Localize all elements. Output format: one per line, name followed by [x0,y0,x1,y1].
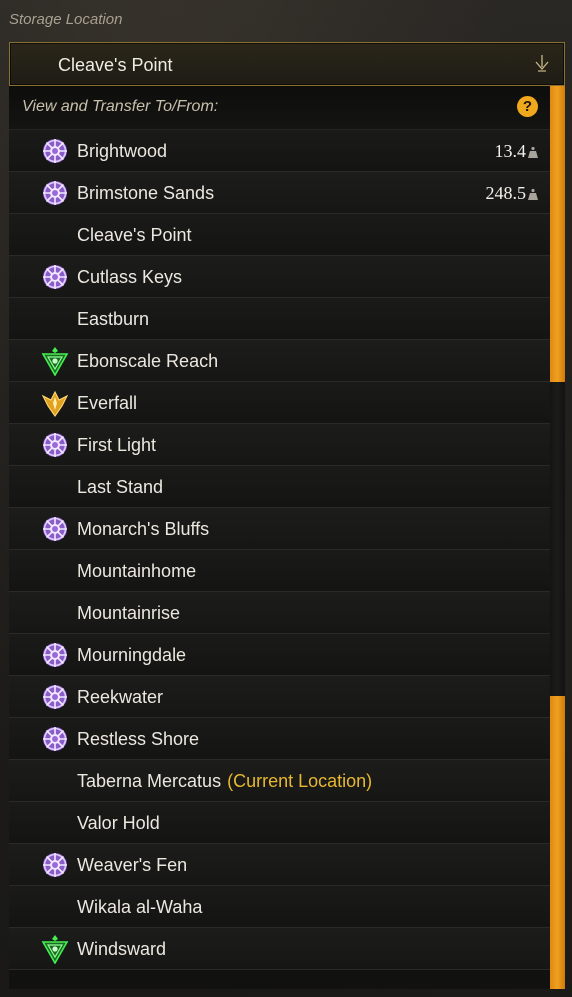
covenant-purple-icon [43,265,67,289]
location-name: Mountainrise [77,603,180,624]
help-icon[interactable]: ? [517,96,538,117]
current-location-tag: (Current Location) [227,771,373,791]
location-row[interactable]: Cutlass Keys [9,256,550,298]
location-row[interactable]: Everfall [9,382,550,424]
storage-weight: 13.4 [494,141,538,162]
location-name-text: Eastburn [77,309,150,329]
storage-location-dropdown[interactable]: Cleave's Point [9,42,565,86]
location-name-text: Valor Hold [77,813,160,833]
location-name: First Light [77,435,156,456]
location-name-text: Weaver's Fen [77,855,188,875]
location-row[interactable]: Mourningdale [9,634,550,676]
location-name-text: Mountainhome [77,561,197,581]
location-row[interactable]: First Light [9,424,550,466]
location-row[interactable]: Last Stand [9,466,550,508]
location-name-text: Brimstone Sands [77,183,215,203]
location-name: Monarch's Bluffs [77,519,209,540]
marauder-gold-icon [41,390,69,417]
location-row[interactable]: Brightwood 13.4 [9,130,550,172]
storage-location-label: Storage Location [9,11,123,28]
location-name-text: Cutlass Keys [77,267,183,287]
location-rows: Brightwood 13.4 Brimstone Sands 248.5 Cleave… [9,130,550,970]
scrollbar-track-lower [550,696,565,989]
location-row[interactable]: Eastburn [9,298,550,340]
list-header: View and Transfer To/From: ? [9,86,550,130]
location-name-text: Restless Shore [77,729,200,749]
covenant-purple-icon [43,433,67,457]
location-name: Cutlass Keys [77,267,182,288]
location-row[interactable]: Mountainhome [9,550,550,592]
location-name: Taberna Mercatus (Current Location) [77,771,372,792]
dropdown-selected-value: Cleave's Point [58,55,173,75]
scrollbar[interactable] [550,86,565,989]
location-name: Weaver's Fen [77,855,187,876]
location-row[interactable]: Valor Hold [9,802,550,844]
syndicate-green-icon [41,935,69,964]
covenant-purple-icon [43,643,67,667]
syndicate-green-icon [41,347,69,376]
location-name: Reekwater [77,687,163,708]
location-name: Brightwood [77,141,167,162]
scrollbar-track-upper [550,86,565,382]
location-name-text: Ebonscale Reach [77,351,219,371]
location-name-text: Last Stand [77,477,164,497]
location-name: Valor Hold [77,813,160,834]
location-name-text: Everfall [77,393,138,413]
location-row[interactable]: Mountainrise [9,592,550,634]
location-row[interactable]: Cleave's Point [9,214,550,256]
covenant-purple-icon [43,139,67,163]
location-name: Cleave's Point [77,225,192,246]
location-name-text: Cleave's Point [77,225,192,245]
location-row[interactable]: Taberna Mercatus (Current Location) [9,760,550,802]
weight-icon [528,188,538,200]
location-name: Last Stand [77,477,163,498]
location-name-text: Brightwood [77,141,168,161]
location-row[interactable]: Reekwater [9,676,550,718]
location-row[interactable]: Ebonscale Reach [9,340,550,382]
location-row[interactable]: Wikala al-Waha [9,886,550,928]
chevron-down-icon [535,55,549,72]
location-name-text: Monarch's Bluffs [77,519,210,539]
covenant-purple-icon [43,181,67,205]
location-name-text: Taberna Mercatus [77,771,222,791]
location-name-text: First Light [77,435,157,455]
location-list: View and Transfer To/From: ? Brightwood 1… [9,86,550,989]
storage-weight: 248.5 [485,183,538,204]
location-name-text: Mourningdale [77,645,187,665]
location-row[interactable]: Brimstone Sands 248.5 [9,172,550,214]
location-name-text: Reekwater [77,687,164,707]
covenant-purple-icon [43,853,67,877]
scrollbar-thumb[interactable] [550,382,565,696]
location-name: Ebonscale Reach [77,351,218,372]
location-name: Mourningdale [77,645,186,666]
covenant-purple-icon [43,685,67,709]
location-name: Mountainhome [77,561,196,582]
location-name-text: Windsward [77,939,167,959]
covenant-purple-icon [43,517,67,541]
covenant-purple-icon [43,727,67,751]
location-row[interactable]: Windsward [9,928,550,970]
list-header-text: View and Transfer To/From: [22,98,219,115]
location-row[interactable]: Weaver's Fen [9,844,550,886]
location-name: Windsward [77,939,166,960]
location-name: Everfall [77,393,137,414]
location-name: Eastburn [77,309,149,330]
storage-weight-value: 13.4 [494,141,527,161]
weight-icon [528,146,538,158]
location-name-text: Mountainrise [77,603,181,623]
location-name-text: Wikala al-Waha [77,897,203,917]
location-row[interactable]: Monarch's Bluffs [9,508,550,550]
storage-weight-value: 248.5 [485,183,527,203]
location-row[interactable]: Restless Shore [9,718,550,760]
location-name: Wikala al-Waha [77,897,202,918]
location-name: Restless Shore [77,729,199,750]
location-name: Brimstone Sands [77,183,214,204]
